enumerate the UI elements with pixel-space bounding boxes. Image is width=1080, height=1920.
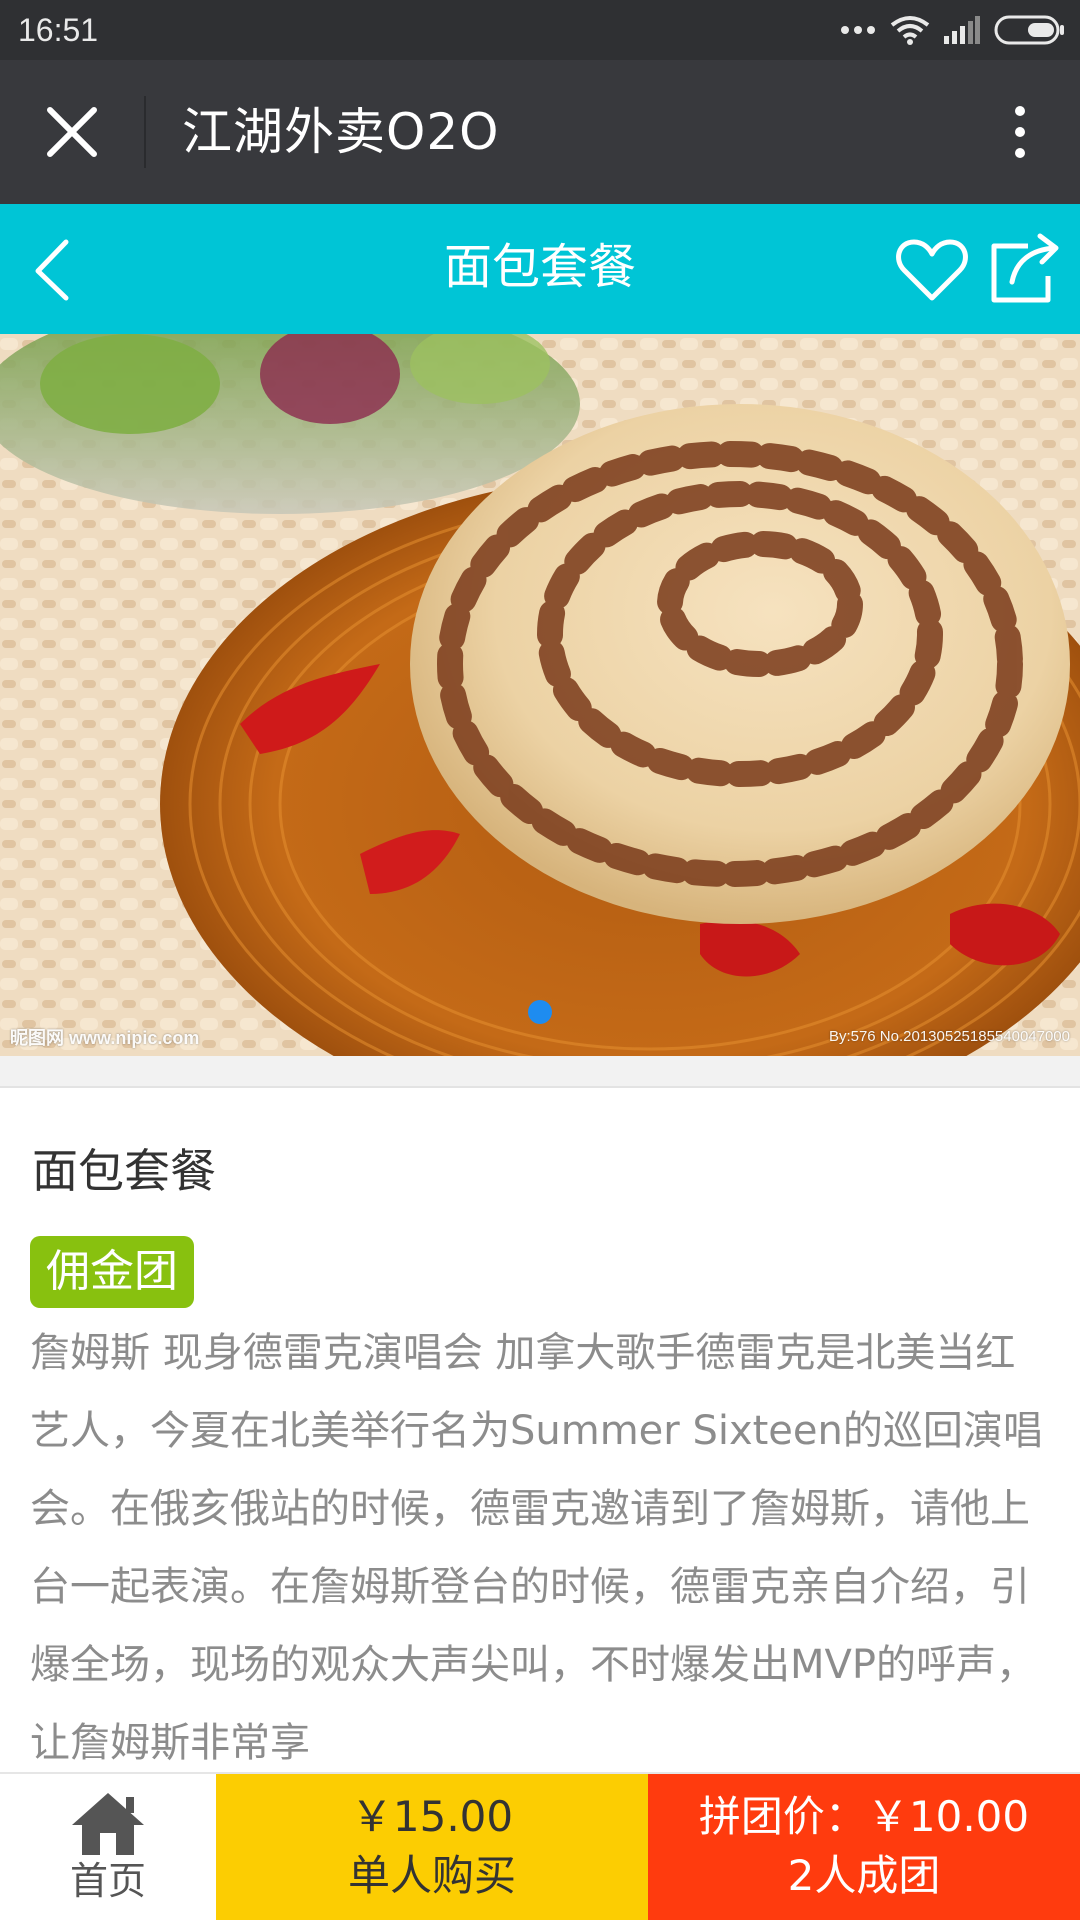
carousel-indicator-active[interactable] <box>528 1000 552 1024</box>
heart-icon <box>896 239 968 301</box>
app-title: 江湖外卖O2O <box>182 103 500 161</box>
product-title: 面包套餐 <box>32 1144 216 1198</box>
section-divider <box>0 1056 1080 1088</box>
group-buy-button[interactable]: 拼团价：￥10.00 2人成团 <box>648 1774 1080 1920</box>
more-vertical-icon <box>1015 106 1025 116</box>
product-description: 詹姆斯 现身德雷克演唱会 加拿大歌手德雷克是北美当红艺人，今夏在北美举行名为Su… <box>30 1330 1043 1766</box>
home-label: 首页 <box>69 1859 146 1903</box>
share-button[interactable] <box>984 228 1064 308</box>
bottom-action-bar: 首页 ￥15.00 单人购买 拼团价：￥10.00 2人成团 <box>0 1772 1080 1920</box>
group-type-badge: 佣金团 <box>30 1236 194 1308</box>
signal-dots-icon <box>841 26 875 34</box>
single-price: ￥15.00 <box>350 1792 514 1841</box>
favorite-button[interactable] <box>894 232 970 308</box>
group-price: 拼团价：￥10.00 <box>698 1792 1030 1841</box>
home-icon <box>72 1793 144 1855</box>
close-button[interactable] <box>36 96 108 168</box>
cell-signal-icon <box>944 16 980 44</box>
browser-title-bar: 江湖外卖O2O <box>0 60 1080 204</box>
home-tab[interactable]: 首页 <box>0 1774 216 1920</box>
share-icon <box>991 233 1059 303</box>
close-icon <box>47 107 97 157</box>
watermark-left: 昵图网 www.nipic.com <box>10 1028 200 1048</box>
status-bar: 16:51 <box>0 0 1080 60</box>
bread-photo <box>0 334 1080 1056</box>
battery-icon <box>994 15 1064 45</box>
group-buy-label: 2人成团 <box>787 1851 941 1900</box>
single-buy-button[interactable]: ￥15.00 单人购买 <box>216 1774 648 1920</box>
status-time: 16:51 <box>18 12 99 48</box>
single-buy-label: 单人购买 <box>347 1851 516 1900</box>
product-image-carousel[interactable] <box>0 334 1080 1056</box>
title-divider <box>144 96 146 168</box>
status-icons <box>840 12 1066 48</box>
more-button[interactable] <box>990 96 1050 168</box>
wifi-icon <box>890 16 930 45</box>
nav-header: 面包套餐 <box>0 204 1080 334</box>
watermark-right: By:576 No.20130525185540047000 <box>828 1028 1070 1045</box>
